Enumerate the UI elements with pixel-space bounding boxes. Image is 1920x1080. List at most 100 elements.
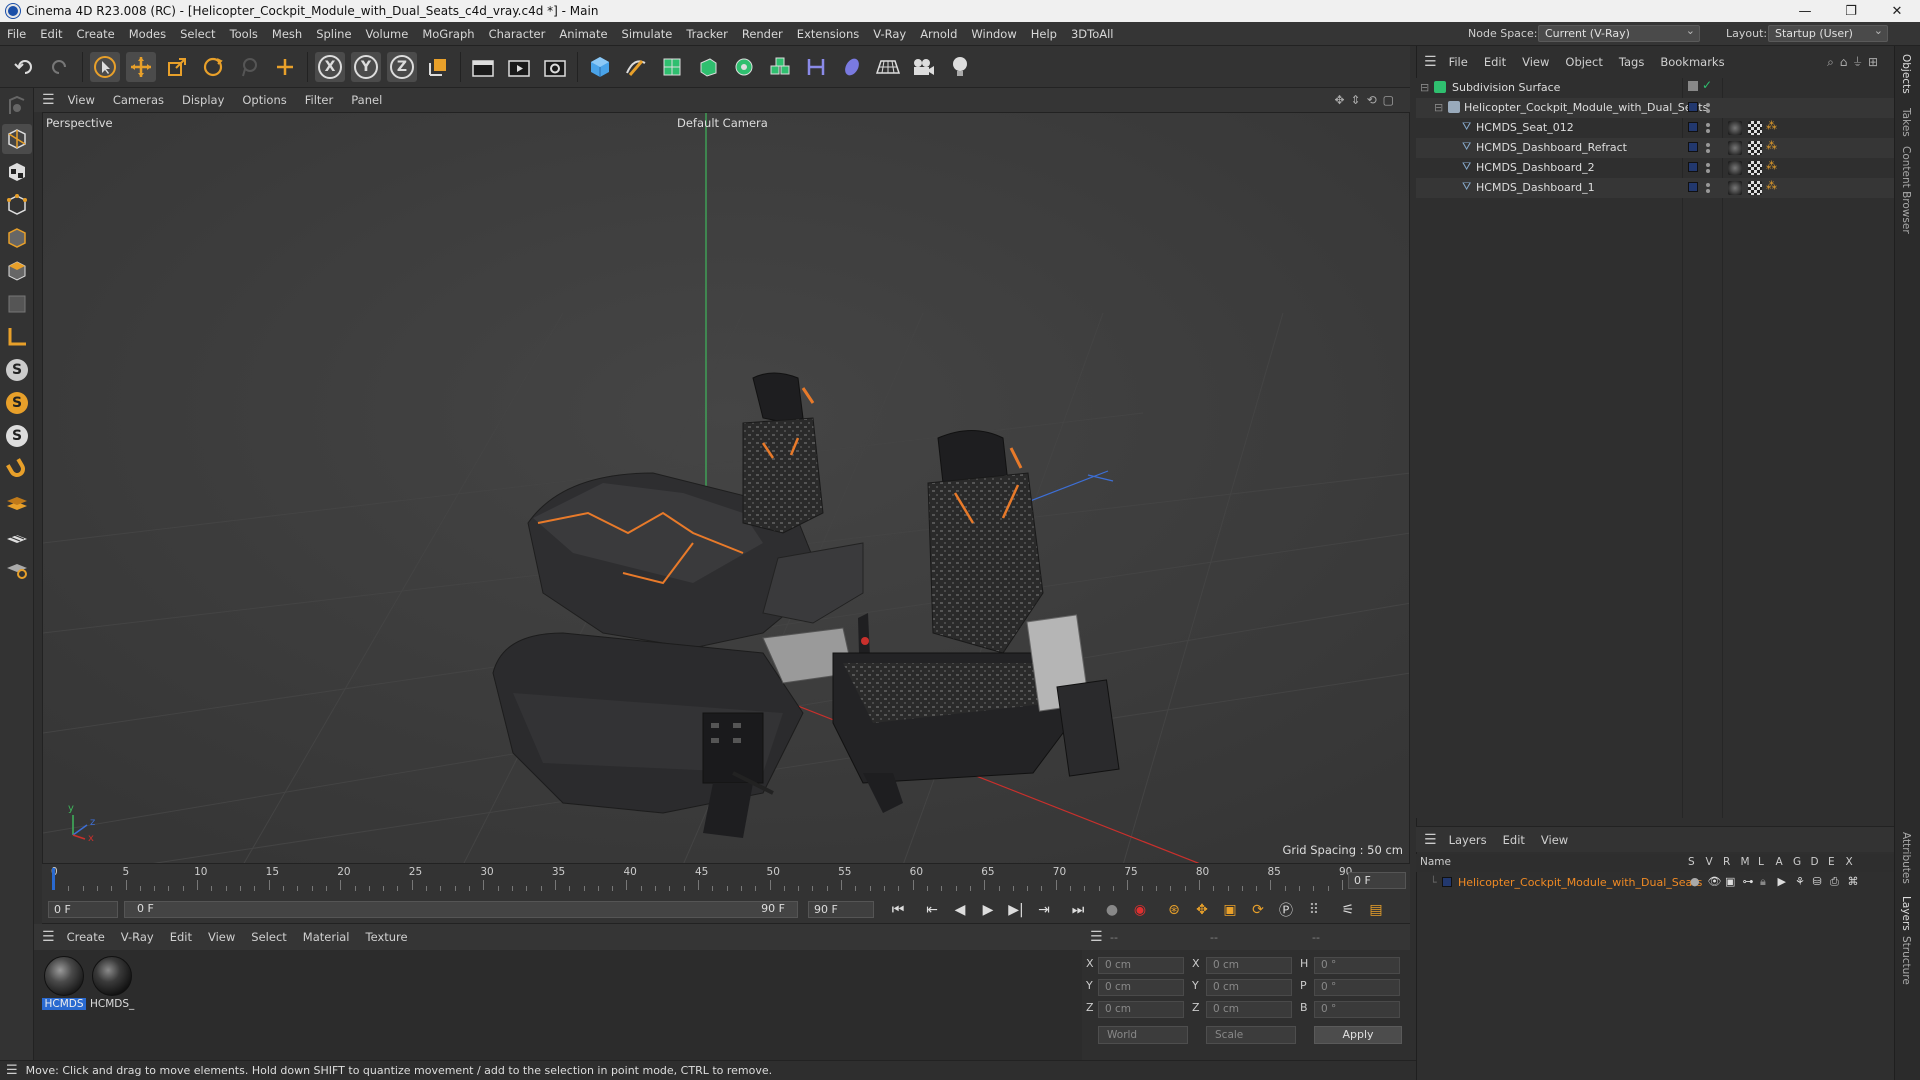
menu-character[interactable]: Character xyxy=(482,22,553,46)
spline-pen-button[interactable] xyxy=(621,52,651,82)
keyframe-selection-icon[interactable]: ⊛ xyxy=(1162,899,1186,921)
menu-render[interactable]: Render xyxy=(735,22,790,46)
timeline-ruler[interactable]: 051015202530354045505560657075808590 0 F xyxy=(42,864,1410,896)
axis-mode-button[interactable] xyxy=(2,322,32,352)
locked-workplane-button[interactable] xyxy=(2,553,32,583)
tab-layers[interactable]: Layers xyxy=(1900,896,1912,931)
material-swatch[interactable]: HCMDS xyxy=(42,956,86,1010)
hamburger-icon[interactable]: ☰ xyxy=(42,929,55,945)
viewport-nav-icons[interactable]: ✥⇕⟲▢ xyxy=(1334,93,1400,107)
apply-button[interactable]: Apply xyxy=(1314,1026,1402,1044)
move-tool-button[interactable] xyxy=(126,51,156,82)
viewport-menu-view[interactable]: View xyxy=(59,93,104,107)
layer-col-render[interactable]: R xyxy=(1723,856,1741,868)
render-clapper-icon[interactable]: ▣ xyxy=(1725,875,1743,889)
scale-key-icon[interactable]: ▣ xyxy=(1218,899,1242,921)
undo-button[interactable] xyxy=(9,52,39,82)
expression-icon[interactable]: ⎙ xyxy=(1830,875,1848,889)
material-tag-icon[interactable] xyxy=(1728,121,1742,135)
close-button[interactable]: ✕ xyxy=(1874,0,1920,22)
material-swatch[interactable]: HCMDS_ xyxy=(90,956,134,1010)
texture-mode-button[interactable] xyxy=(2,157,32,187)
live-selection-button[interactable] xyxy=(90,51,120,82)
uvw-tag-icon[interactable] xyxy=(1748,141,1762,155)
z-axis-lock-button[interactable]: Z xyxy=(387,51,417,82)
make-editable-button[interactable] xyxy=(2,91,32,121)
layer-col-locked[interactable]: L xyxy=(1758,856,1776,868)
menu-create[interactable]: Create xyxy=(70,22,122,46)
menu-select[interactable]: Select xyxy=(173,22,222,46)
objects-menu-bookmarks[interactable]: Bookmarks xyxy=(1652,55,1732,69)
material-menu-select[interactable]: Select xyxy=(243,930,294,944)
render-settings-button[interactable] xyxy=(540,52,570,82)
menu-modes[interactable]: Modes xyxy=(122,22,173,46)
tab-objects[interactable]: Objects xyxy=(1900,54,1912,94)
tree-row[interactable]: ⊟ Subdivision Surface ✓ xyxy=(1416,78,1894,98)
layer-swatch-icon[interactable] xyxy=(1688,122,1698,132)
visibility-dot-icon[interactable] xyxy=(1706,123,1710,127)
selection-tag-icon[interactable]: ⁂ xyxy=(1766,139,1777,152)
material-menu-vray[interactable]: V-Ray xyxy=(113,930,162,944)
visibility-dot-icon[interactable] xyxy=(1706,163,1710,167)
layer-color-swatch[interactable] xyxy=(1442,877,1452,887)
workplane-button[interactable] xyxy=(2,487,32,517)
hamburger-icon[interactable]: ☰ xyxy=(1424,54,1437,70)
tree-row[interactable]: ⛛ HCMDS_Dashboard_1 ⁂ xyxy=(1416,178,1894,198)
layer-swatch-icon[interactable] xyxy=(1688,162,1698,172)
3d-viewport[interactable]: Perspective Default Camera Grid Spacing … xyxy=(42,112,1410,864)
position-key-icon[interactable]: ✥ xyxy=(1190,899,1214,921)
objects-menu-file[interactable]: File xyxy=(1441,55,1476,69)
layers-menu-layers[interactable]: Layers xyxy=(1441,833,1495,847)
menu-tools[interactable]: Tools xyxy=(223,22,265,46)
layer-col-generators[interactable]: G xyxy=(1793,856,1811,868)
tab-attributes[interactable]: Attributes xyxy=(1900,832,1912,884)
menu-3dtoall[interactable]: 3DToAll xyxy=(1064,22,1121,46)
xref-icon[interactable]: ⌘ xyxy=(1848,875,1866,889)
tree-row[interactable]: ⛛ HCMDS_Dashboard_Refract ⁂ xyxy=(1416,138,1894,158)
camera-button[interactable] xyxy=(909,52,939,82)
collapse-toggle-icon[interactable]: ⊟ xyxy=(1434,101,1443,114)
transform-mode-dropdown[interactable]: Scale xyxy=(1206,1026,1296,1044)
rotation-h-field[interactable]: 0 ° xyxy=(1314,957,1400,974)
next-frame-button[interactable]: ▶| xyxy=(1004,899,1028,921)
layer-row[interactable]: └ Helicopter_Cockpit_Module_with_Dual_Se… xyxy=(1416,874,1894,892)
layer-col-view[interactable]: V xyxy=(1706,856,1724,868)
scale-tool-button[interactable] xyxy=(162,52,192,82)
play-button[interactable]: ▶ xyxy=(976,899,1000,921)
parameter-key-icon[interactable]: Ⓟ xyxy=(1274,899,1298,921)
objects-menu-object[interactable]: Object xyxy=(1557,55,1610,69)
viewport-menu-display[interactable]: Display xyxy=(173,93,233,107)
tab-takes[interactable]: Takes xyxy=(1900,108,1912,137)
visibility-dot-icon[interactable] xyxy=(1706,183,1710,187)
tree-row[interactable]: ⛛ HCMDS_Dashboard_2 ⁂ xyxy=(1416,158,1894,178)
add-tool-button[interactable] xyxy=(270,52,300,82)
x-axis-lock-button[interactable]: X xyxy=(315,51,345,82)
maximize-button[interactable]: ❐ xyxy=(1828,0,1874,22)
material-tag-icon[interactable] xyxy=(1728,181,1742,195)
render-dot-icon[interactable] xyxy=(1706,189,1710,193)
lasso-select-button[interactable] xyxy=(234,52,264,82)
menu-mograph[interactable]: MoGraph xyxy=(415,22,481,46)
objects-menu-edit[interactable]: Edit xyxy=(1476,55,1514,69)
rotation-b-field[interactable]: 0 ° xyxy=(1314,1001,1400,1018)
menu-arnold[interactable]: Arnold xyxy=(913,22,964,46)
deformer-icon[interactable]: ⛁ xyxy=(1813,875,1831,889)
enabled-check-icon[interactable]: ✓ xyxy=(1702,78,1712,92)
y-axis-lock-button[interactable]: Y xyxy=(351,51,381,82)
position-z-field[interactable]: 0 cm xyxy=(1098,1001,1184,1018)
menu-volume[interactable]: Volume xyxy=(359,22,416,46)
position-x-field[interactable]: 0 cm xyxy=(1098,957,1184,974)
go-to-start-button[interactable]: ⏮ xyxy=(886,899,910,921)
size-y-field[interactable]: 0 cm xyxy=(1206,979,1292,996)
layer-swatch-icon[interactable] xyxy=(1688,102,1698,112)
generator-icon[interactable]: ⚘ xyxy=(1795,875,1813,889)
motion-system-icon[interactable]: ⚟ xyxy=(1336,899,1360,921)
menu-vray[interactable]: V-Ray xyxy=(866,22,913,46)
render-dot-icon[interactable] xyxy=(1706,169,1710,173)
rotate-tool-button[interactable] xyxy=(198,52,228,82)
tab-structure[interactable]: Structure xyxy=(1900,936,1912,985)
redo-button[interactable] xyxy=(45,52,75,82)
edges-mode-button[interactable] xyxy=(2,223,32,253)
menu-edit[interactable]: Edit xyxy=(33,22,69,46)
layers-menu-edit[interactable]: Edit xyxy=(1495,833,1533,847)
